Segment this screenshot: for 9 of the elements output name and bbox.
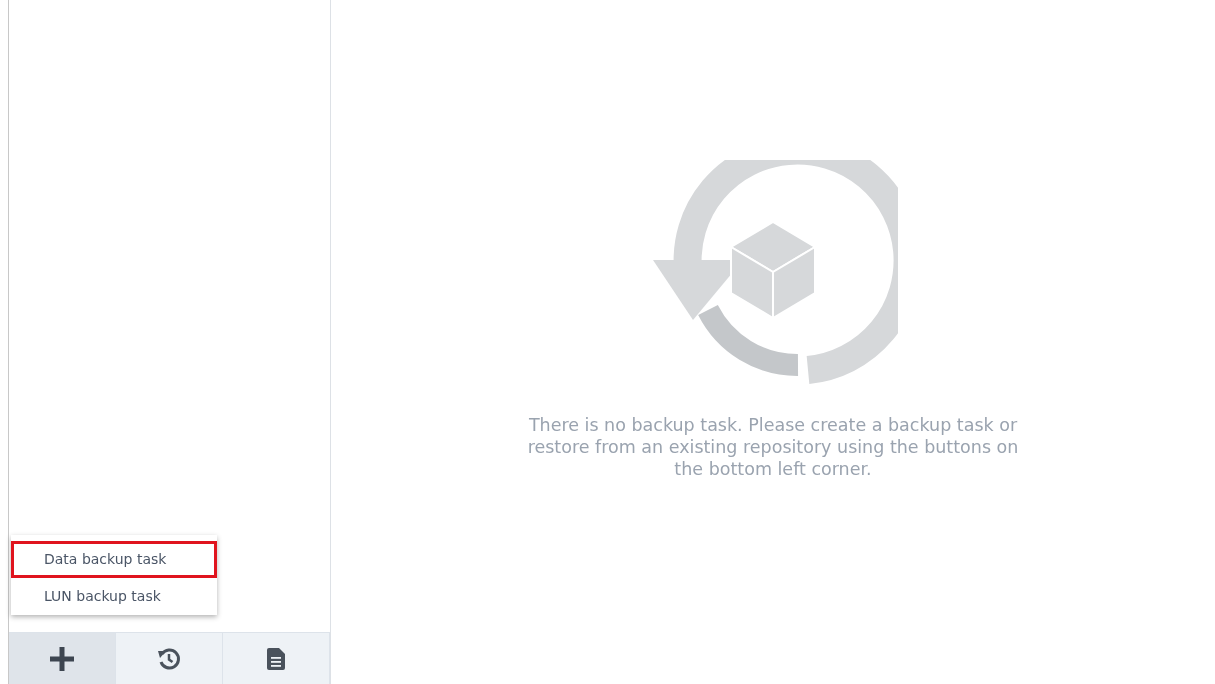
toolbar-button[interactable]	[116, 633, 223, 684]
plus-icon	[49, 645, 75, 672]
toolbar-button[interactable]	[223, 633, 330, 684]
history-icon	[157, 646, 181, 671]
document-icon	[267, 647, 285, 670]
menu-item[interactable]: Data backup task	[11, 541, 217, 578]
empty-message: There is no backup task. Please create a backup task or restore from an existing repository using the buttons on the bottom left corner.	[526, 414, 1020, 480]
menu-item[interactable]: LUN backup task	[11, 578, 217, 615]
toolbar-button[interactable]	[9, 633, 116, 684]
